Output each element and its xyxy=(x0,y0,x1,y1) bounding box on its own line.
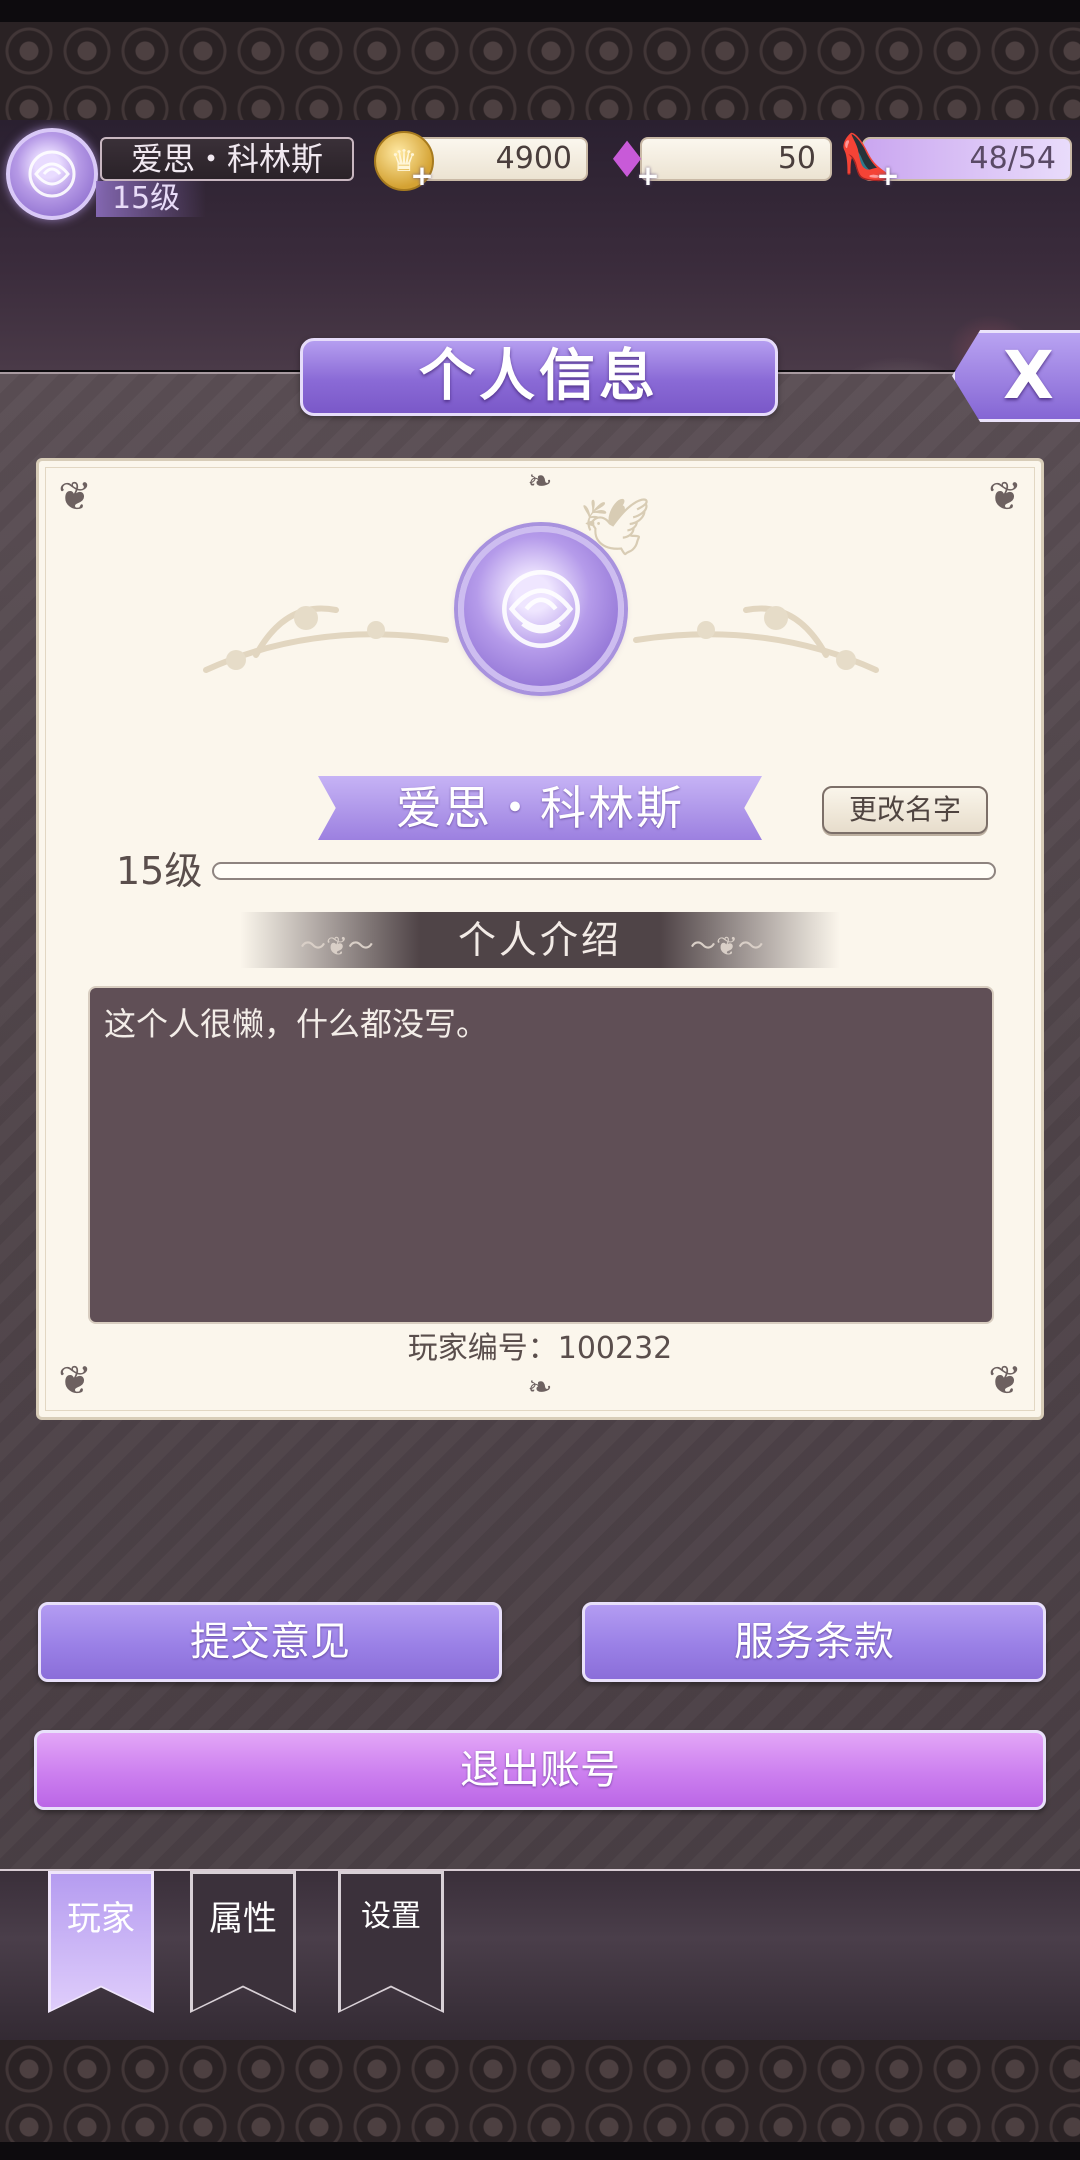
corner-flourish-icon: ❦ xyxy=(988,474,1022,520)
rose-avatar-icon xyxy=(10,132,94,216)
bottom-flourish-icon: ❧ xyxy=(527,1370,553,1405)
intro-textarea[interactable]: 这个人很懒，什么都没写。 xyxy=(88,986,994,1324)
player-id: 玩家编号：100232 xyxy=(407,1331,673,1366)
header-flourish-icon: 〜❦〜 xyxy=(690,932,764,962)
status-bar xyxy=(0,0,1080,22)
add-gems-plus-icon[interactable]: + xyxy=(636,162,660,190)
bottom-ornament-band xyxy=(0,2040,1080,2142)
tab-label: 属性 xyxy=(209,1899,277,1939)
tab-label: 玩家 xyxy=(67,1899,135,1939)
corner-flourish-icon: ❦ xyxy=(58,474,92,520)
tab-label: 设置 xyxy=(361,1899,421,1934)
gem-counter: 50 xyxy=(640,137,832,181)
add-coins-plus-icon[interactable]: + xyxy=(410,162,434,190)
hud-player-name: 爱思・科林斯 xyxy=(100,137,354,181)
nav-bar-strip xyxy=(0,2142,1080,2160)
panel-title: 个人信息 xyxy=(300,338,778,416)
header-flourish-icon: 〜❦〜 xyxy=(300,932,374,962)
top-flourish-icon: ❧ xyxy=(527,464,553,499)
rename-button[interactable]: 更改名字 xyxy=(822,786,988,834)
rose-avatar-icon xyxy=(464,532,618,686)
feedback-button[interactable]: 提交意见 xyxy=(38,1602,502,1682)
top-ornament-band xyxy=(0,22,1080,120)
player-avatar[interactable] xyxy=(6,128,98,220)
exp-progress-bar xyxy=(212,862,996,880)
profile-level: 15级 xyxy=(116,849,203,893)
profile-name: 爱思・科林斯 xyxy=(318,776,762,840)
profile-avatar[interactable] xyxy=(458,526,624,692)
bottom-nav xyxy=(0,1871,1080,2040)
add-energy-plus-icon[interactable]: + xyxy=(876,162,900,190)
hud-player-level: 15级 xyxy=(96,181,206,217)
terms-button[interactable]: 服务条款 xyxy=(582,1602,1046,1682)
logout-button[interactable]: 退出账号 xyxy=(34,1730,1046,1810)
